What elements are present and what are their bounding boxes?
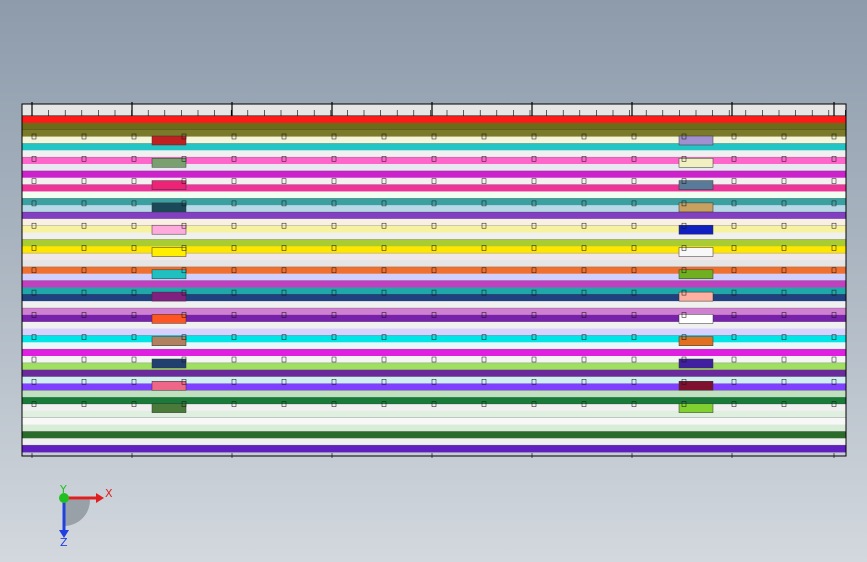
model-band	[22, 198, 846, 206]
right-block	[678, 269, 714, 280]
model-band	[22, 445, 846, 453]
model-band	[22, 314, 846, 323]
model-band	[22, 349, 846, 357]
x-axis-arrow	[96, 493, 104, 503]
right-block	[678, 180, 714, 190]
right-block	[678, 336, 714, 346]
model-band	[22, 404, 846, 412]
left-block	[151, 135, 187, 146]
left-block	[151, 247, 187, 257]
model-band	[22, 129, 846, 137]
model-band	[22, 164, 846, 172]
model-band	[22, 362, 846, 371]
left-block	[151, 202, 187, 213]
model-band	[22, 191, 846, 199]
left-block	[151, 358, 187, 369]
left-block	[151, 269, 187, 280]
model-band	[22, 273, 846, 281]
orientation-triad: X Y Z	[59, 483, 113, 548]
model-band	[22, 410, 846, 419]
top-rail	[21, 103, 847, 117]
left-block	[151, 224, 187, 235]
model-band	[22, 376, 846, 384]
right-block	[678, 135, 714, 146]
model-band	[22, 335, 846, 343]
model-band	[22, 253, 846, 261]
left-block	[151, 403, 187, 413]
model-band	[22, 369, 846, 377]
model-band	[22, 260, 846, 268]
model-band	[22, 390, 846, 398]
model-band	[22, 294, 846, 302]
model-band	[22, 122, 846, 131]
right-block	[678, 247, 714, 257]
model-band	[22, 170, 846, 179]
model-band	[22, 218, 846, 227]
model-band	[22, 342, 846, 350]
model-band	[22, 157, 846, 165]
model-band	[22, 136, 846, 144]
model-band	[22, 205, 846, 213]
model-band	[22, 116, 846, 124]
y-axis-label: Y	[59, 483, 67, 496]
left-block	[151, 180, 187, 190]
model-band	[22, 225, 846, 233]
left-block	[151, 314, 187, 324]
model-band	[22, 184, 846, 192]
model-band	[22, 438, 846, 446]
graphics-viewport[interactable]: X Y Z	[0, 0, 867, 562]
right-block	[678, 202, 714, 213]
model-band	[22, 301, 846, 309]
model-band	[22, 417, 846, 425]
model-band	[22, 280, 846, 288]
right-block	[678, 314, 714, 324]
triad-shadow-quadrant	[64, 500, 90, 526]
model-band	[22, 232, 846, 240]
right-block	[678, 381, 714, 391]
model-band	[22, 321, 846, 329]
right-block	[678, 358, 714, 369]
right-block	[678, 403, 714, 413]
model-view[interactable]	[0, 0, 867, 562]
model-band	[22, 424, 846, 432]
model-band	[22, 287, 846, 295]
model-band	[22, 431, 846, 439]
model-band	[22, 143, 846, 151]
right-block	[678, 158, 714, 168]
model-band	[22, 212, 846, 220]
x-axis-label: X	[105, 487, 113, 500]
right-block	[678, 224, 714, 235]
left-block	[151, 336, 187, 346]
model-band	[22, 246, 846, 254]
left-block	[151, 291, 187, 302]
z-axis-label: Z	[60, 536, 68, 548]
model-band	[22, 308, 846, 316]
model-band	[22, 397, 846, 405]
left-block	[151, 158, 187, 168]
right-block	[678, 291, 714, 302]
left-block	[151, 381, 187, 391]
